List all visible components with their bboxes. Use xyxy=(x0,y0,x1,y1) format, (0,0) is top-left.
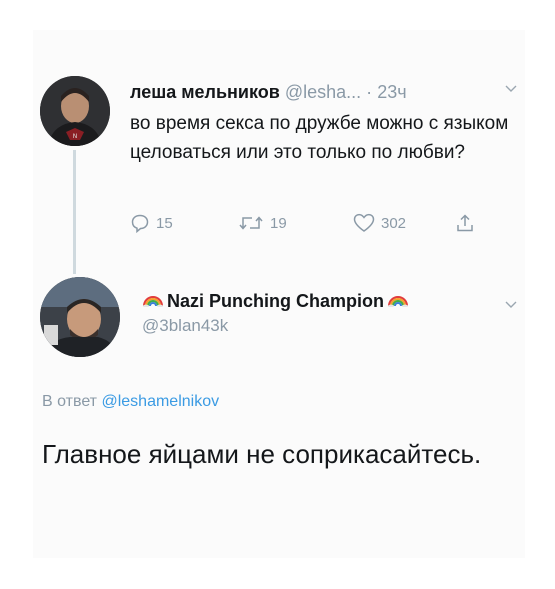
thread-connector xyxy=(73,150,76,274)
reply-button[interactable]: 15 xyxy=(130,213,173,233)
rainbow-icon xyxy=(142,291,164,312)
retweet-count: 19 xyxy=(270,214,287,232)
like-count: 302 xyxy=(381,214,407,232)
reply-prefix: В ответ xyxy=(42,393,98,410)
rainbow-icon xyxy=(387,291,409,312)
display-name-text: Nazi Punching Champion xyxy=(167,291,385,311)
avatar[interactable] xyxy=(40,277,120,357)
display-name[interactable]: Nazi Punching Champion xyxy=(142,291,409,312)
retweet-button[interactable]: 19 xyxy=(238,213,287,233)
retweet-icon xyxy=(238,213,264,233)
like-button[interactable]: 302 xyxy=(353,213,406,233)
tweet-time[interactable]: 23ч xyxy=(377,82,406,102)
tweet-header: леша мельников @lesha... · 23ч xyxy=(130,81,510,103)
reply-context: В ответ @leshamelnikov xyxy=(42,393,219,411)
author-name[interactable]: леша мельников xyxy=(130,82,280,102)
author-handle[interactable]: @3blan43k xyxy=(142,316,228,336)
share-icon xyxy=(455,213,475,233)
tweet-text: во время секса по дружбе можно с языком … xyxy=(130,113,509,163)
avatar[interactable]: N xyxy=(40,76,110,146)
svg-text:N: N xyxy=(73,133,78,140)
chevron-down-icon[interactable] xyxy=(505,80,517,96)
heart-icon xyxy=(353,213,375,233)
reply-icon xyxy=(130,213,150,233)
author-handle[interactable]: @lesha... xyxy=(285,82,361,102)
reply-handle-link[interactable]: @leshamelnikov xyxy=(101,393,219,410)
reply-count: 15 xyxy=(156,214,173,232)
separator: · xyxy=(366,82,373,102)
screenshot: N леша мельников @lesha... · 23ч во врем… xyxy=(0,0,555,589)
tweet-actions: 15 19 302 xyxy=(130,213,510,237)
chevron-down-icon[interactable] xyxy=(505,296,517,312)
reply-text: Главное яйцами не соприкасайтесь. xyxy=(42,439,482,469)
share-button[interactable] xyxy=(455,213,475,233)
